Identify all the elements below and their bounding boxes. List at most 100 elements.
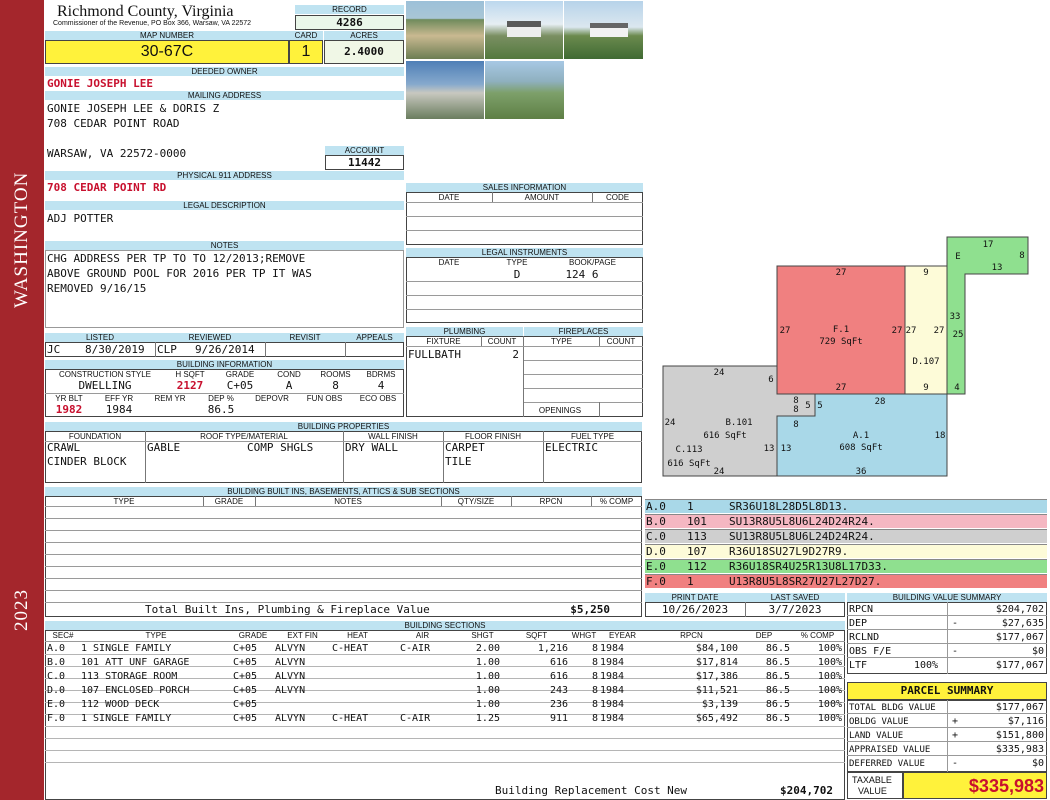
taxable-label-box: TAXABLE VALUE: [847, 772, 903, 799]
fixture-count: 2: [512, 348, 519, 361]
value-summary-label: BUILDING VALUE SUMMARY: [847, 593, 1047, 602]
dim-b-5a: 5: [805, 401, 810, 411]
fun-obs-header: FUN OBS: [306, 394, 343, 403]
section-row: A.0 1 SINGLE FAMILY C+05 ALVYN C-HEAT C-AIR 2.…: [45, 642, 845, 656]
dim-d-left: 27: [906, 326, 917, 336]
sketch-a-area: 608 SqFt: [839, 443, 882, 453]
deferred-label: DEFERRED VALUE: [849, 759, 925, 769]
dim-e-inner: 13: [992, 263, 1003, 273]
notes-box: [45, 250, 404, 328]
section-cell: 243: [549, 685, 568, 696]
print-date-label: PRINT DATE: [645, 593, 745, 602]
section-column-header: SQFT: [525, 631, 548, 640]
fixture-header: FIXTURE: [426, 337, 461, 346]
acres-label: ACRES: [324, 31, 404, 40]
builtin-grade-header: GRADE: [214, 497, 244, 506]
dim-f-left: 27: [780, 326, 791, 336]
physical-address-value: 708 CEDAR POINT RD: [47, 181, 167, 194]
dim-e-top: 17: [983, 240, 994, 250]
section-row: D.0 107 ENCLOSED PORCH C+05 ALVYN 1.00 243 8 19…: [45, 684, 845, 698]
cond-header: COND: [277, 370, 301, 379]
section-cell: 1 SINGLE FAMILY: [81, 643, 172, 654]
section-cell: C+05: [233, 671, 258, 682]
dep-header: DEP %: [208, 394, 234, 403]
listed-label: LISTED: [45, 333, 155, 342]
section-cell: $17,386: [695, 671, 738, 682]
instr-book-header: BOOK/PAGE: [569, 258, 616, 267]
replacement-cost-label: Building Replacement Cost New: [495, 784, 688, 797]
section-cell: 1.25: [475, 713, 500, 724]
roof-material: COMP SHGLS: [247, 441, 314, 454]
section-cell: 101 ATT UNF GARAGE: [81, 657, 190, 668]
section-column-header: % COMP: [800, 631, 835, 640]
sketch-code-vector: R36U18SR4U25R13U8L17D33.: [729, 560, 888, 573]
sales-amount-header: AMOUNT: [524, 193, 560, 202]
sketch-code-row: D.0 107 R36U18SU27L9D27R9.: [645, 544, 1047, 558]
section-cell: 8: [591, 685, 598, 696]
listed-date: 8/30/2019: [85, 343, 145, 356]
yr-blt: 1982: [55, 403, 83, 416]
section-column-header: HEAT: [347, 631, 368, 640]
builtin-rpcn-header: RPCN: [539, 497, 563, 506]
builtin-qty-header: QTY/SIZE: [457, 497, 495, 506]
section-cell: 1984: [600, 699, 625, 710]
floor-header: FLOOR FINISH: [464, 432, 521, 441]
dim-a-right: 18: [935, 431, 946, 441]
rooms-header: ROOMS: [320, 370, 351, 379]
h-sqft-header: H SQFT: [175, 370, 205, 379]
dim-f-right: 27: [892, 326, 903, 336]
account-label: ACCOUNT: [325, 146, 404, 155]
construction-style-header: CONSTRUCTION STYLE: [58, 370, 151, 379]
section-column-header: DEP: [755, 631, 773, 640]
acres-value: 2.4000: [324, 40, 404, 64]
map-number-label: MAP NUMBER: [45, 31, 289, 40]
section-cell: $84,100: [695, 643, 738, 654]
builtins-total-value: $5,250: [570, 603, 610, 616]
fire-type-header: TYPE: [551, 337, 572, 346]
cond: A: [285, 379, 293, 392]
dim-b-8c: 8: [793, 420, 798, 430]
foundation-2: CINDER BLOCK: [47, 455, 127, 468]
section-cell: 100%: [817, 713, 842, 724]
foundation-1: CRAWL: [47, 441, 81, 454]
section-row: C.0 113 STORAGE ROOM C+05 ALVYN 1.00 616 8 1984…: [45, 670, 845, 684]
section-cell: 107 ENCLOSED PORCH: [81, 685, 190, 696]
mailing-line-2: 708 CEDAR POINT ROAD: [47, 117, 180, 130]
section-cell: C.0: [47, 671, 66, 682]
legal-description-label: LEGAL DESCRIPTION: [45, 201, 404, 210]
sales-info-label: SALES INFORMATION: [406, 183, 643, 192]
builtin-type-header: TYPE: [113, 497, 135, 506]
section-cell: 1,216: [537, 643, 568, 654]
section-cell: 8: [591, 671, 598, 682]
sketch-c-area: 616 SqFt: [667, 459, 710, 469]
openings-label: OPENINGS: [538, 406, 582, 415]
mailing-line-3: WARSAW, VA 22572-0000: [47, 147, 187, 160]
sections-body: A.0 1 SINGLE FAMILY C+05 ALVYN C-HEAT C-AIR 2.…: [45, 641, 845, 781]
section-cell: 100%: [817, 671, 842, 682]
dim-b-top: 24: [714, 368, 725, 378]
section-cell: 2.00: [475, 643, 500, 654]
replacement-cost-value: $204,702: [780, 784, 833, 797]
property-photo-1: [406, 1, 484, 59]
foundation-header: FOUNDATION: [68, 432, 122, 441]
construction-style: DWELLING: [78, 379, 132, 392]
sketch-code-row: F.0 1 U13R8U5L8SR27U27L27D27.: [645, 574, 1047, 588]
building-sections-label: BUILDING SECTIONS: [45, 621, 845, 630]
section-cell: ALVYN: [275, 643, 306, 654]
instr-date-header: DATE: [438, 258, 460, 267]
sketch-code: A.0: [646, 500, 666, 513]
instr-type: D: [513, 268, 521, 281]
section-cell: 86.5: [765, 657, 790, 668]
depovr-header: DEPOVR: [255, 394, 289, 403]
reviewed-by: CLP: [157, 343, 177, 356]
physical-address-label: PHYSICAL 911 ADDRESS: [45, 171, 404, 180]
dim-e-left: 33: [950, 312, 961, 322]
last-saved-value: 3/7/2023: [768, 603, 822, 616]
section-cell: 86.5: [765, 685, 790, 696]
legal-instruments-label: LEGAL INSTRUMENTS: [406, 248, 643, 257]
fireplaces-label: FIREPLACES: [524, 327, 643, 336]
deferred-sign: -: [952, 758, 959, 769]
deeded-owner-label: DEEDED OWNER: [45, 67, 404, 76]
dim-e-side: 25: [953, 330, 964, 340]
record-value: 4286: [295, 15, 404, 30]
